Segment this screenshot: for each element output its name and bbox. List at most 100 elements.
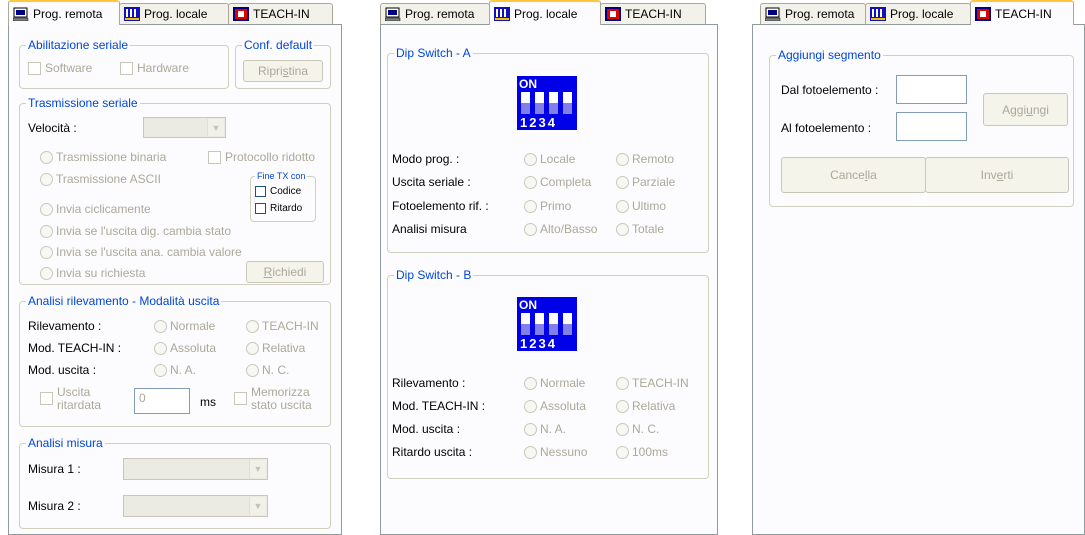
radio-circle <box>524 199 537 213</box>
modo-prog-locale-radio[interactable]: Locale <box>524 152 575 166</box>
mod-teach-assoluta-radio[interactable]: Assoluta <box>154 341 216 355</box>
group-legend: Dip Switch - A <box>394 46 473 60</box>
inverti-button[interactable]: Inv e rti <box>925 157 1069 193</box>
radio-circle <box>524 422 537 436</box>
rilevamento-teach-radio[interactable]: TEACH-IN <box>616 376 689 390</box>
radio-label: Alto/Basso <box>540 222 598 236</box>
checkbox-box <box>28 61 41 75</box>
al-fotoelemento-input[interactable] <box>896 112 967 141</box>
fotoelemento-ultimo-radio[interactable]: Ultimo <box>616 199 666 213</box>
hardware-checkbox[interactable]: Hardware <box>120 61 189 75</box>
teach-in-icon <box>975 6 991 21</box>
misura2-select[interactable]: ▼ <box>123 495 268 517</box>
checkbox-label: Software <box>45 61 93 75</box>
tab-pane: Dip Switch - A ON 1234 Modo prog. : Loca… <box>380 24 718 535</box>
radio-circle <box>524 222 537 236</box>
invia-ana-cambia-radio[interactable]: Invia se l'uscita ana. cambia valore <box>40 245 242 259</box>
mod-teach-assoluta-radio[interactable]: Assoluta <box>524 399 586 413</box>
trasmissione-ascii-radio[interactable]: Trasmissione ASCII <box>40 172 161 186</box>
ritardo-nessuno-radio[interactable]: Nessuno <box>524 445 587 459</box>
velocita-select[interactable]: ▼ <box>143 117 226 138</box>
rilevamento-normale-radio[interactable]: Normale <box>154 319 215 333</box>
ritardo-checkbox[interactable]: Ritardo <box>255 203 302 214</box>
rilevamento-teach-radio[interactable]: TEACH-IN <box>246 319 319 333</box>
uscita-ritardata-checkbox[interactable]: Uscita ritardata <box>40 386 101 412</box>
aggiungi-button[interactable]: Aggi u ngi <box>983 93 1068 126</box>
chevron-down-icon[interactable]: ▼ <box>249 497 266 515</box>
software-checkbox[interactable]: Software <box>28 61 92 75</box>
tab-prog-remota[interactable]: Prog. remota <box>380 3 490 24</box>
cancella-button[interactable]: Cance l la <box>781 157 926 193</box>
radio-label: Locale <box>540 152 576 166</box>
misura1-select[interactable]: ▼ <box>123 458 268 480</box>
uscita-seriale-completa-radio[interactable]: Completa <box>524 175 591 189</box>
tab-label: Prog. locale <box>890 7 954 21</box>
tab-pane: Aggiungi segmento Dal fotoelemento : Al … <box>752 24 1085 535</box>
group-analisi-misura: Analisi misura Misura 1 : ▼ Misura 2 : ▼ <box>19 436 331 529</box>
invia-dig-cambia-radio[interactable]: Invia se l'uscita dig. cambia stato <box>40 224 231 238</box>
trasmissione-binaria-radio[interactable]: Trasmissione binaria <box>40 150 166 164</box>
monitor-icon <box>384 7 401 22</box>
mod-uscita-na-radio[interactable]: N. A. <box>154 363 196 377</box>
group-legend: Aggiungi segmento <box>776 48 883 62</box>
mod-teach-label: Mod. TEACH-IN : <box>28 341 122 355</box>
rilevamento-label: Rilevamento : <box>28 319 102 333</box>
radio-circle <box>616 422 629 436</box>
radio-circle <box>40 150 53 164</box>
radio-circle <box>616 175 629 189</box>
chevron-down-icon[interactable]: ▼ <box>249 460 266 478</box>
checkbox-label: Protocollo ridotto <box>225 150 316 164</box>
group-abilitazione-seriale: Abilitazione seriale Software Hardware <box>19 38 229 89</box>
dal-fotoelemento-input[interactable] <box>896 75 967 104</box>
mod-teach-relativa-radio[interactable]: Relativa <box>616 399 675 413</box>
tab-prog-locale[interactable]: Prog. locale <box>489 0 601 25</box>
chevron-down-icon[interactable]: ▼ <box>207 119 224 136</box>
rilevamento-normale-radio[interactable]: Normale <box>524 376 585 390</box>
tab-prog-remota[interactable]: Prog. remota <box>8 0 120 25</box>
uscita-seriale-parziale-radio[interactable]: Parziale <box>616 175 675 189</box>
checkbox-box <box>255 186 266 197</box>
protocollo-ridotto-checkbox[interactable]: Protocollo ridotto <box>208 150 315 164</box>
checkbox-box <box>120 61 133 75</box>
mod-uscita-nc-radio[interactable]: N. C. <box>616 422 659 436</box>
group-conf-default: Conf. default Ripri s tina <box>235 38 331 89</box>
radio-label: Parziale <box>632 175 676 189</box>
invia-ciclicamente-radio[interactable]: Invia ciclicamente <box>40 202 151 216</box>
modo-prog-remoto-radio[interactable]: Remoto <box>616 152 674 166</box>
button-label-part: Aggi <box>1002 102 1027 117</box>
radio-label: Trasmissione ASCII <box>56 172 161 186</box>
mod-uscita-nc-radio[interactable]: N. C. <box>246 363 289 377</box>
mod-teach-relativa-radio[interactable]: Relativa <box>246 341 305 355</box>
tab-prog-locale[interactable]: Prog. locale <box>119 3 229 24</box>
ripristina-button[interactable]: Ripri s tina <box>243 60 323 82</box>
button-label-part: Cance <box>830 168 865 182</box>
mod-uscita-na-radio[interactable]: N. A. <box>524 422 566 436</box>
tab-label: TEACH-IN <box>625 7 682 21</box>
group-legend: Abilitazione seriale <box>26 38 131 52</box>
analisi-totale-radio[interactable]: Totale <box>616 222 664 236</box>
tab-prog-remota[interactable]: Prog. remota <box>760 3 866 24</box>
group-dip-switch-b: Dip Switch - B ON 1234 Rilevamento : Nor… <box>387 268 709 479</box>
radio-circle <box>616 399 629 413</box>
radio-circle <box>616 376 629 390</box>
codice-checkbox[interactable]: Codice <box>255 186 301 197</box>
checkbox-label: Codice <box>270 186 302 197</box>
tab-teach-in[interactable]: TEACH-IN <box>970 0 1074 25</box>
memorizza-stato-checkbox[interactable]: Memorizza stato uscita <box>234 386 312 412</box>
invia-su-richiesta-radio[interactable]: Invia su richiesta <box>40 266 145 280</box>
radio-label: Assoluta <box>540 399 587 413</box>
ritardo-ms-input[interactable]: 0 <box>134 388 190 414</box>
tab-teach-in[interactable]: TEACH-IN <box>600 3 706 24</box>
fotoelemento-primo-radio[interactable]: Primo <box>524 199 571 213</box>
dip-switch-3 <box>549 92 558 114</box>
tab-prog-locale[interactable]: Prog. locale <box>865 3 971 24</box>
mod-uscita-label: Mod. uscita : <box>392 422 461 436</box>
analisi-alto-basso-radio[interactable]: Alto/Basso <box>524 222 597 236</box>
ritardo-100ms-radio[interactable]: 100ms <box>616 445 668 459</box>
dip-switch-1 <box>521 313 530 335</box>
tab-teach-in[interactable]: TEACH-IN <box>228 3 333 24</box>
tab-label: TEACH-IN <box>995 6 1052 21</box>
dip-on-label: ON <box>519 77 537 91</box>
richiedi-button[interactable]: Richiedi <box>246 261 324 283</box>
dip-switch-2 <box>535 313 544 335</box>
